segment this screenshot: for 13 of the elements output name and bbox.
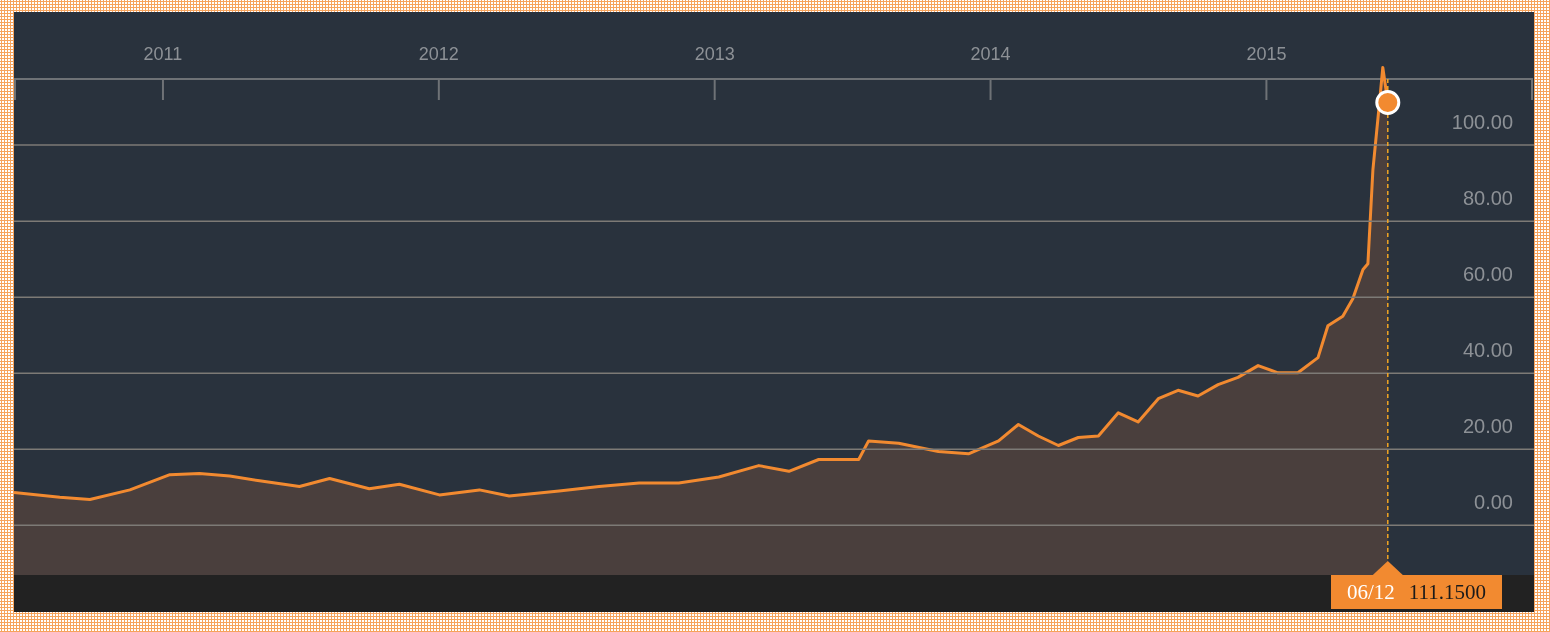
x-tick-label: 2015 — [1246, 44, 1287, 64]
y-tick-label: 20.00 — [1462, 415, 1513, 438]
x-tick-label: 2013 — [694, 44, 735, 64]
y-tick-label: 0.00 — [1474, 491, 1513, 514]
y-tick-label: 80.00 — [1462, 187, 1513, 210]
y-tick-label: 60.00 — [1462, 263, 1513, 286]
tooltip-date: 06/12 — [1346, 579, 1395, 605]
y-tick-label: 40.00 — [1462, 339, 1513, 362]
x-tick-label: 2014 — [970, 44, 1011, 64]
x-tick-label: 2012 — [418, 44, 459, 64]
x-tick-label: 2011 — [143, 44, 183, 64]
tooltip-value: 111.1500 — [1408, 579, 1486, 605]
y-tick-label: 100.00 — [1451, 111, 1513, 134]
